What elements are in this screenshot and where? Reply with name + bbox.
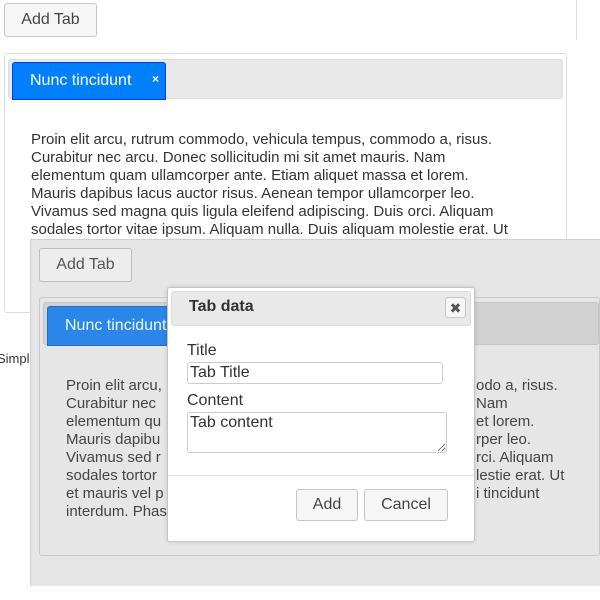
dialog-divider bbox=[168, 475, 474, 476]
close-icon[interactable]: × bbox=[152, 72, 159, 86]
overlay-tab-label: Nunc tincidunt bbox=[65, 317, 167, 334]
add-button[interactable]: Add bbox=[296, 489, 358, 521]
footer-text: Simpl bbox=[0, 351, 30, 366]
title-label: Title bbox=[187, 342, 217, 359]
text-line: Vivamus sed r bbox=[66, 449, 161, 466]
tab-nunc-tincidunt[interactable]: Nunc tincidunt × bbox=[12, 62, 166, 100]
text-line: i tincidunt bbox=[476, 485, 540, 502]
text-line: Proin elit arcu, rutrum commodo, vehicul… bbox=[31, 131, 493, 148]
text-line bbox=[476, 503, 586, 521]
add-tab-button[interactable]: Add Tab bbox=[4, 3, 97, 37]
text-line: Vivamus sed magna quis ligula eleifend a… bbox=[31, 203, 494, 220]
content-textarea[interactable]: Tab content bbox=[187, 412, 447, 453]
text-line: sodales tortor vitae ipsum. Aliquam null… bbox=[31, 221, 508, 237]
text-line: rper leo. bbox=[476, 431, 532, 448]
text-line: odo a, risus. bbox=[476, 377, 558, 394]
title-input[interactable] bbox=[187, 362, 443, 384]
text-line: lestie erat. Ut bbox=[476, 467, 565, 484]
overlay-tab-nunc-tincidunt[interactable]: Nunc tincidunt bbox=[47, 306, 177, 346]
content-label: Content bbox=[187, 392, 244, 409]
overlay-add-tab-button[interactable]: Add Tab bbox=[39, 248, 132, 282]
text-line: sodales tortor bbox=[66, 467, 157, 484]
text-line: et mauris vel p bbox=[66, 485, 164, 502]
dialog-title: Tab data bbox=[189, 298, 254, 315]
text-line: elementum qu bbox=[66, 413, 162, 430]
text-line: interdum. Phas bbox=[66, 503, 167, 520]
text-line: elementum quam ullamcorper ante. Etiam a… bbox=[31, 167, 469, 184]
cancel-button[interactable]: Cancel bbox=[364, 489, 448, 521]
page-divider bbox=[576, 0, 577, 40]
text-line: Mauris dapibus lacus auctor risus. Aenea… bbox=[31, 185, 475, 202]
text-line: Mauris dapibu bbox=[66, 431, 161, 448]
tab-panel-text: Proin elit arcu, rutrum commodo, vehicul… bbox=[31, 131, 551, 237]
text-line: Nam bbox=[476, 395, 508, 412]
text-line: rci. Aliquam bbox=[476, 449, 554, 466]
text-line: et lorem. bbox=[476, 413, 535, 430]
tab-label: Nunc tincidunt bbox=[30, 72, 132, 89]
text-line: Curabitur nec bbox=[66, 395, 157, 412]
overlay-panel-text-right: odo a, risus. Nam et lorem. rper leo. rc… bbox=[476, 377, 586, 522]
text-line: Proin elit arcu, bbox=[66, 377, 162, 394]
close-icon[interactable]: ✖ bbox=[445, 297, 466, 318]
text-line: Curabitur nec arcu. Donec sollicitudin m… bbox=[31, 149, 446, 166]
overlay-panel-text-left: Proin elit arcu, Curabitur nec elementum… bbox=[66, 377, 171, 522]
